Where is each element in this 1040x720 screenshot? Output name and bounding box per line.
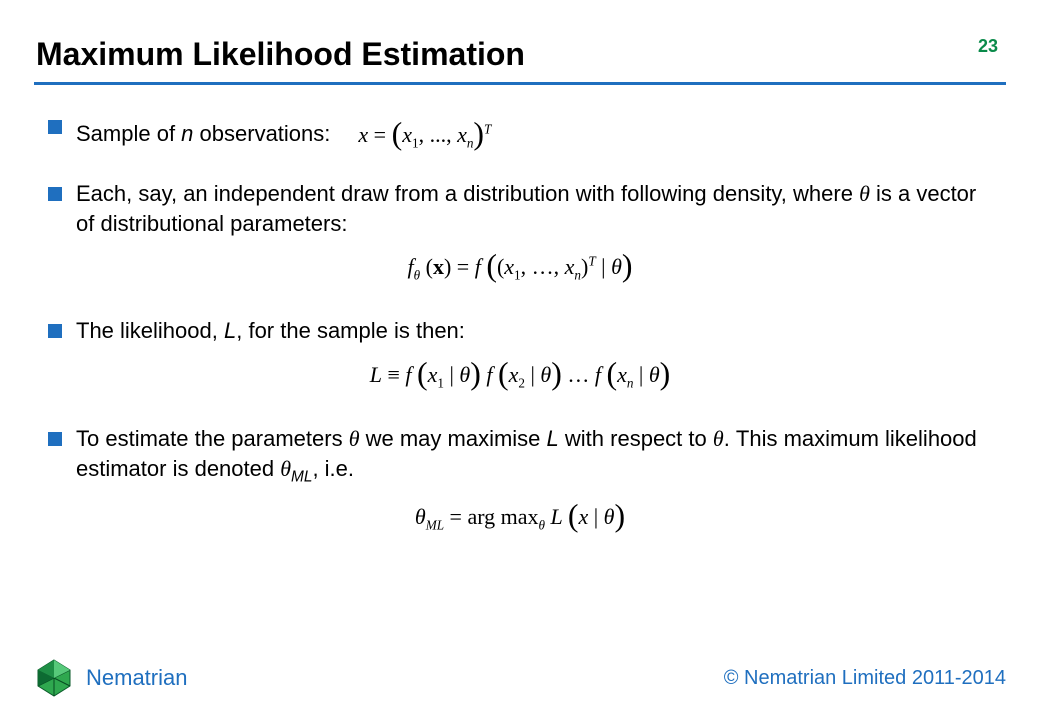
var-x-bold: x (433, 254, 444, 279)
brand: Nematrian (34, 658, 187, 698)
delim: ( (417, 356, 428, 391)
delim: ) (473, 116, 484, 151)
text: , …, (521, 254, 565, 279)
equation-density: fθ (x) = f ((x1, …, xn)T | θ) (48, 248, 992, 284)
var-theta: θ (649, 362, 660, 387)
sub: n (574, 268, 581, 283)
sub: 1 (514, 268, 521, 283)
delim: ) (551, 356, 562, 391)
op-eq: = (368, 122, 391, 147)
op-given: | (588, 504, 603, 529)
copyright: © Nematrian Limited 2011-2014 (724, 667, 1006, 690)
text: … (562, 362, 595, 387)
var-L: L (370, 362, 382, 387)
var-theta: θ (604, 504, 615, 529)
op-given: | (633, 362, 648, 387)
text: To estimate the parameters (76, 426, 349, 451)
var-n: n (181, 121, 193, 146)
var-x: x (402, 122, 412, 147)
text: , for the sample is then: (236, 318, 465, 343)
var-L: L (224, 318, 236, 343)
var-L: L (547, 426, 559, 451)
bullet-density: Each, say, an independent draw from a di… (48, 179, 992, 238)
text: we may maximise (360, 426, 547, 451)
var-x: x (428, 362, 438, 387)
text: The likelihood, (76, 318, 224, 343)
var-f: f (475, 254, 481, 279)
op-equiv: ≡ (382, 362, 405, 387)
equation-argmax: θML = arg maxθ L (x | θ) (48, 498, 992, 534)
text: observations: (193, 121, 330, 146)
delim: ( (486, 248, 497, 283)
text: Sample of (76, 121, 181, 146)
delim: ( (392, 116, 403, 151)
var-x: x (565, 254, 575, 279)
sub: ML (426, 517, 444, 532)
bullet-sample-row: Sample of n observations: x = (x1, ..., … (76, 112, 992, 155)
var-x: x (504, 254, 514, 279)
slide-footer: Nematrian © Nematrian Limited 2011-2014 (34, 658, 1006, 698)
bullet-likelihood: The likelihood, L, for the sample is the… (48, 316, 992, 346)
bullet-sample-text: Sample of n observations: (76, 119, 330, 149)
var-x: x (457, 122, 467, 147)
op-given: | (525, 362, 540, 387)
slide-body: Sample of n observations: x = (x1, ..., … (48, 112, 992, 642)
var-x: x (509, 362, 519, 387)
var-x: x (617, 362, 627, 387)
equation-likelihood: L ≡ f (x1 | θ) f (x2 | θ) … f (xn | θ) (48, 356, 992, 392)
sup: T (588, 254, 595, 269)
var-theta: θ (540, 362, 551, 387)
text: , ..., (419, 122, 458, 147)
text: with respect to (559, 426, 713, 451)
var-x: x (358, 122, 368, 147)
spacer (48, 292, 992, 316)
bullet-sample: Sample of n observations: x = (x1, ..., … (48, 112, 992, 155)
spacer (48, 400, 992, 424)
sub: 1 (412, 135, 419, 150)
sup: T (484, 122, 491, 137)
var-theta: θ (415, 504, 426, 529)
op-eq: = (457, 254, 475, 279)
delim: ) (622, 248, 633, 283)
op-given: | (444, 362, 459, 387)
header-rule (34, 82, 1006, 85)
var-theta: θ (459, 362, 470, 387)
page-number: 23 (978, 36, 998, 57)
op-eq: = (444, 504, 467, 529)
op-argmax: arg max (467, 504, 538, 529)
delim: ) (614, 498, 625, 533)
delim: ( (420, 254, 433, 279)
delim: ) (444, 254, 457, 279)
delim: ( (498, 356, 509, 391)
delim: ( (606, 356, 617, 391)
equation-sample-vector: x = (x1, ..., xn)T (358, 112, 491, 155)
var-f: f (405, 362, 411, 387)
spacer (48, 155, 992, 179)
delim: ) (470, 356, 481, 391)
slide-header: Maximum Likelihood Estimation (36, 36, 1004, 81)
delim: ) (660, 356, 671, 391)
text: , i.e. (312, 456, 354, 481)
delim: ( (568, 498, 579, 533)
slide-title: Maximum Likelihood Estimation (36, 36, 1004, 73)
brand-name: Nematrian (86, 665, 187, 691)
var-theta: θ (349, 426, 360, 451)
sub: ML (291, 468, 312, 485)
var-theta: θ (280, 456, 291, 481)
bullet-mle: To estimate the parameters θ we may maxi… (48, 424, 992, 488)
slide: Maximum Likelihood Estimation 23 Sample … (0, 0, 1040, 720)
nematrian-logo-icon (34, 658, 74, 698)
text: Each, say, an independent draw from a di… (76, 181, 859, 206)
var-x: x (578, 504, 588, 529)
op-given: | (596, 254, 611, 279)
var-theta: θ (611, 254, 622, 279)
var-L: L (551, 504, 563, 529)
sub: 2 (518, 376, 525, 391)
var-theta: θ (713, 426, 724, 451)
var-theta: θ (859, 181, 870, 206)
